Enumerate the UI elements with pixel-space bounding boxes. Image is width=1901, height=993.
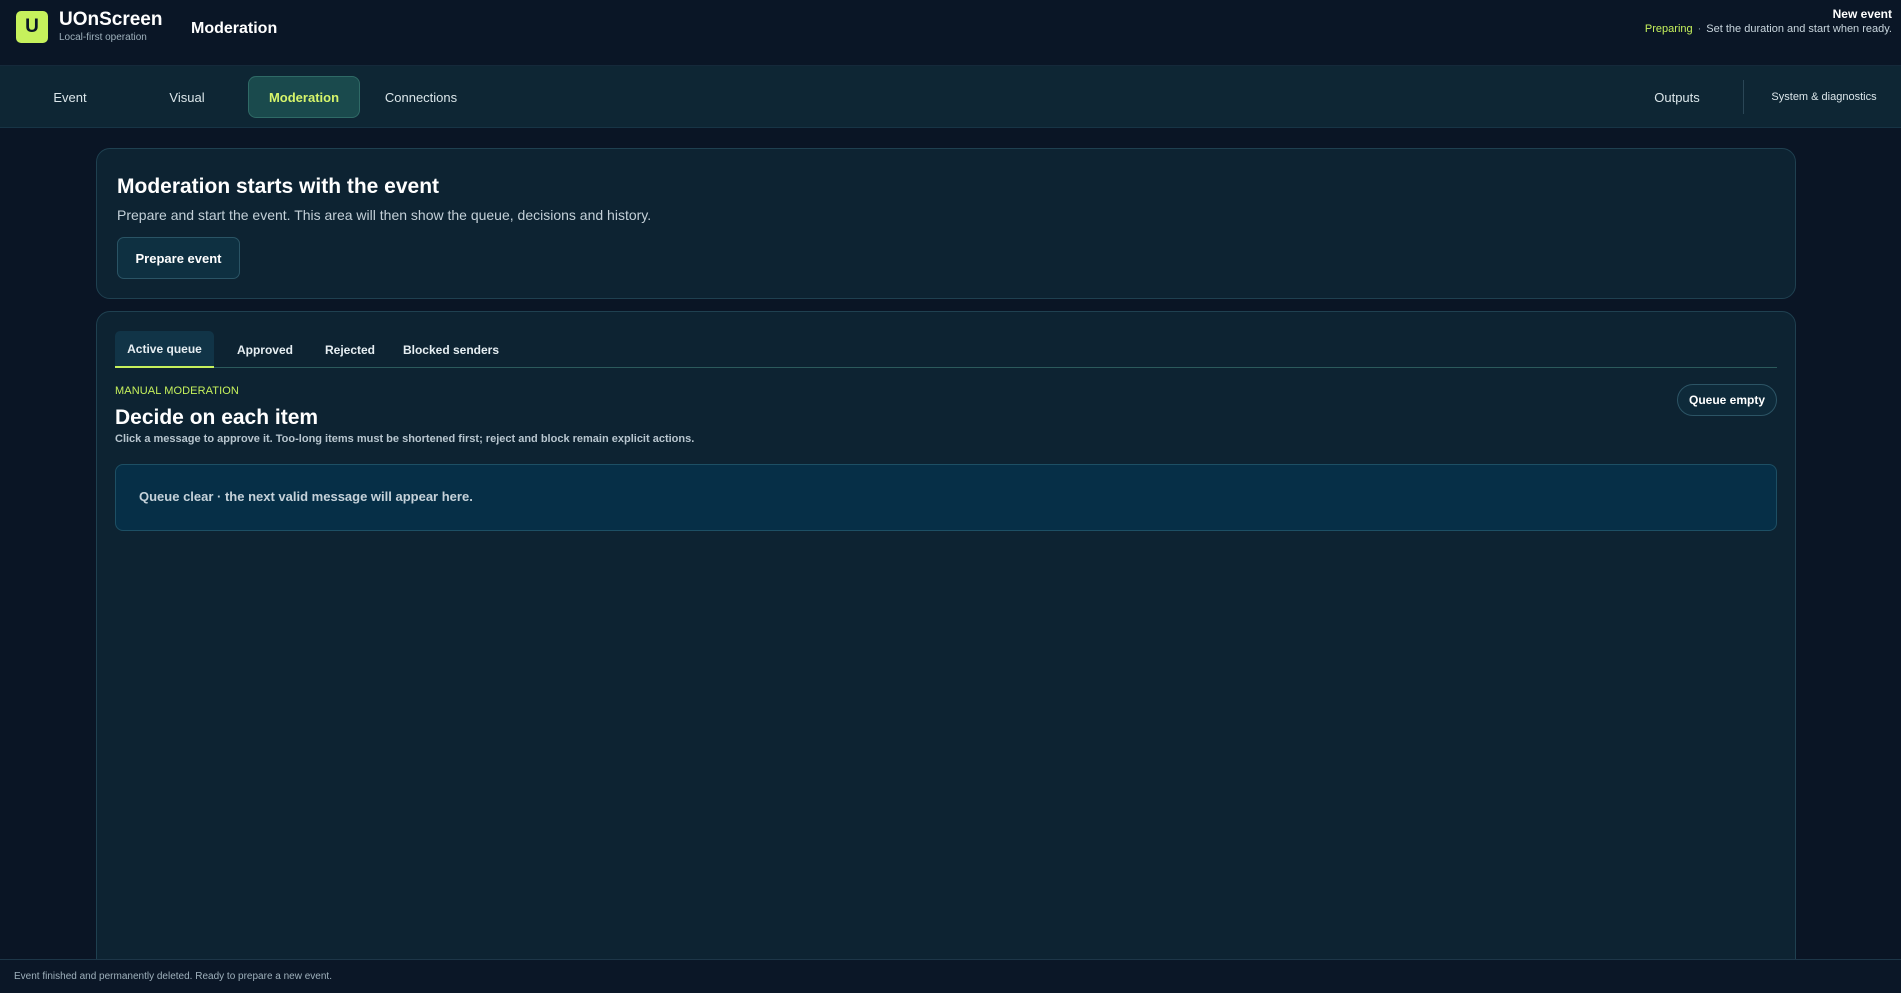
page-title: Moderation [191, 20, 278, 37]
event-status-line: Preparing · Set the duration and start whe… [1645, 23, 1892, 35]
queue-title: Decide on each item [115, 406, 319, 429]
app-tagline: Local-first operation [59, 32, 147, 43]
tab-outputs[interactable]: Outputs [1636, 76, 1718, 118]
status-message: Event finished and permanently deleted. … [14, 971, 332, 982]
tab-connections[interactable]: Connections [372, 76, 470, 118]
tab-event[interactable]: Event [29, 76, 111, 118]
queue-empty-state: Queue clear · the next valid message wil… [115, 464, 1777, 531]
queue-status-badge[interactable]: Queue empty [1677, 384, 1777, 416]
moderation-mode-label: MANUAL MODERATION [115, 385, 239, 397]
event-hint: Set the duration and start when ready. [1706, 23, 1892, 35]
app-header: U UOnScreen Local-first operation Modera… [0, 0, 1901, 66]
tab-visual[interactable]: Visual [146, 76, 228, 118]
app-logo: U [16, 11, 48, 43]
app-name: UOnScreen [59, 9, 163, 30]
queue-empty-message: Queue clear · the next valid message wil… [139, 489, 473, 504]
moderation-queue-panel: Active queue Approved Rejected Blocked s… [96, 311, 1796, 993]
tab-active-queue[interactable]: Active queue [115, 331, 214, 368]
nav-divider [1743, 80, 1744, 114]
prepare-event-button[interactable]: Prepare event [117, 237, 240, 279]
banner-description: Prepare and start the event. This area w… [117, 207, 652, 223]
main-nav: Event Visual Moderation Connections Outp… [0, 66, 1901, 128]
event-start-banner: Moderation starts with the event Prepare… [96, 148, 1796, 299]
tab-rejected[interactable]: Rejected [315, 331, 385, 368]
queue-description: Click a message to approve it. Too-long … [115, 433, 695, 445]
separator-dot: · [1697, 23, 1702, 35]
tab-approved[interactable]: Approved [225, 331, 305, 368]
app-window: U UOnScreen Local-first operation Modera… [0, 0, 1901, 993]
tab-system-diagnostics[interactable]: System & diagnostics [1760, 76, 1888, 118]
tab-moderation[interactable]: Moderation [248, 76, 360, 118]
event-status-badge: Preparing [1644, 23, 1693, 35]
banner-title: Moderation starts with the event [117, 175, 440, 198]
tab-blocked-senders[interactable]: Blocked senders [395, 331, 507, 368]
event-name: New event [1832, 7, 1892, 21]
queue-tabs: Active queue Approved Rejected Blocked s… [115, 331, 1777, 368]
status-bar: Event finished and permanently deleted. … [0, 959, 1901, 993]
